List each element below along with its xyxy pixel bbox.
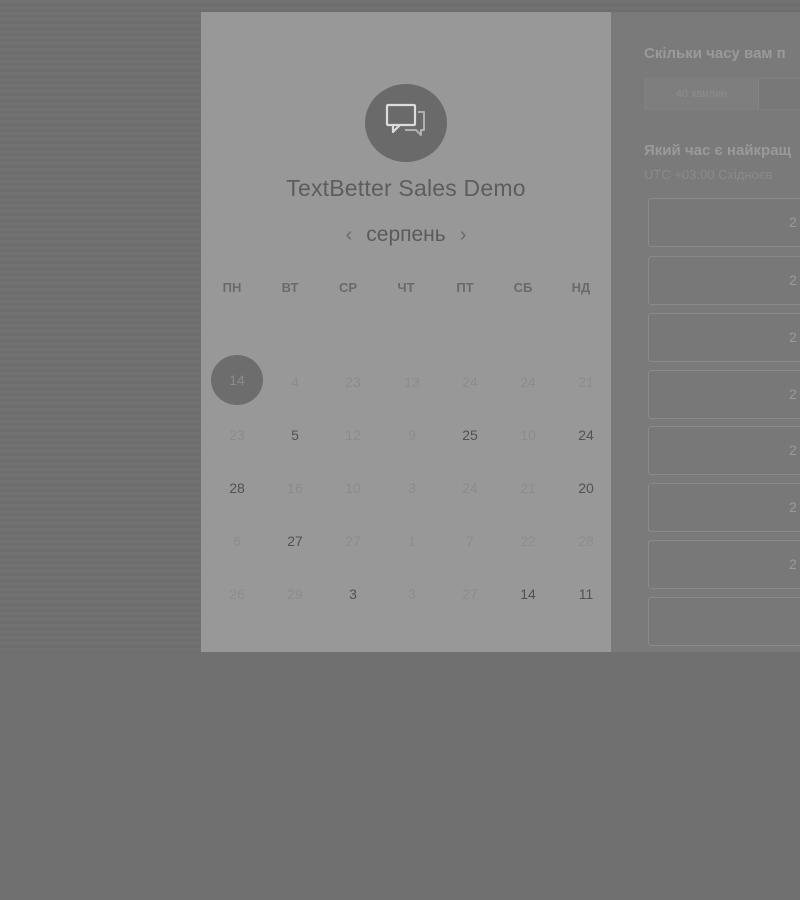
calendar-day[interactable]: 14 <box>508 586 548 602</box>
calendar-days-grid: 4 23 13 24 24 21 23 5 12 9 25 10 24 28 16 10 3 24 21 20 6 27 2… <box>201 12 611 652</box>
calendar-day: 1 <box>408 533 416 549</box>
calendar-day: 12 <box>345 427 361 443</box>
duration-option-other[interactable]: 1 <box>759 79 800 109</box>
duration-selector: 40 хвилин 1 <box>644 78 800 110</box>
duration-option-40[interactable]: 40 хвилин <box>645 79 759 109</box>
time-question: Який час є найкращ <box>644 142 792 159</box>
calendar-day: 24 <box>520 374 536 390</box>
calendar-day[interactable]: 28 <box>217 480 257 496</box>
calendar-day: 24 <box>462 374 478 390</box>
time-slot[interactable]: 2 <box>648 540 800 589</box>
time-slot[interactable]: 2 <box>648 370 800 419</box>
time-slot-label: 2 <box>789 556 797 572</box>
timezone-label[interactable]: UTC +03:00 Східноєв <box>644 167 772 182</box>
calendar-day: 3 <box>408 586 416 602</box>
time-slot[interactable]: 2 <box>648 256 800 305</box>
calendar-day: 27 <box>462 586 478 602</box>
time-slot-label: 2 <box>789 442 797 458</box>
calendar-day: 23 <box>345 374 361 390</box>
calendar-day[interactable]: 25 <box>450 427 490 443</box>
calendar-day[interactable]: 20 <box>566 480 606 496</box>
calendar-day: 21 <box>578 374 594 390</box>
calendar-day: 21 <box>520 480 536 496</box>
calendar-day[interactable]: 11 <box>566 586 606 602</box>
time-slot-label: 2 <box>789 214 797 230</box>
calendar-day: 22 <box>520 533 536 549</box>
calendar-day[interactable]: 27 <box>275 533 315 549</box>
calendar-day: 27 <box>345 533 361 549</box>
calendar-day[interactable]: 5 <box>275 427 315 443</box>
calendar-day: 9 <box>408 427 416 443</box>
time-slot[interactable] <box>648 597 800 646</box>
calendar-day: 13 <box>404 374 420 390</box>
calendar-day: 23 <box>229 427 245 443</box>
time-slot[interactable]: 2 <box>648 313 800 362</box>
calendar-day: 26 <box>229 586 245 602</box>
calendar-day: 7 <box>466 533 474 549</box>
calendar-day[interactable]: 24 <box>566 427 606 443</box>
calendar-day: 6 <box>233 533 241 549</box>
time-slot[interactable]: 2 <box>648 483 800 532</box>
calendar-day: 3 <box>408 480 416 496</box>
calendar-day: 28 <box>578 533 594 549</box>
calendar-day: 4 <box>291 374 299 390</box>
calendar-day[interactable]: 3 <box>333 586 373 602</box>
time-slot-label: 2 <box>789 499 797 515</box>
time-slot-label: 2 <box>789 329 797 345</box>
calendar-day: 24 <box>462 480 478 496</box>
calendar-panel: TextBetter Sales Demo ‹ серпень › ПН ВТ … <box>201 12 611 652</box>
calendar-day: 10 <box>345 480 361 496</box>
time-slot[interactable]: 2 <box>648 198 800 247</box>
calendar-day: 16 <box>287 480 303 496</box>
booking-panel: Скільки часу вам п 40 хвилин 1 Який час … <box>611 12 800 652</box>
time-slot[interactable]: 2 <box>648 426 800 475</box>
time-slot-label: 2 <box>789 386 797 402</box>
calendar-day: 29 <box>287 586 303 602</box>
duration-question: Скільки часу вам п <box>644 45 786 62</box>
calendar-day: 10 <box>520 427 536 443</box>
time-slot-label: 2 <box>789 272 797 288</box>
